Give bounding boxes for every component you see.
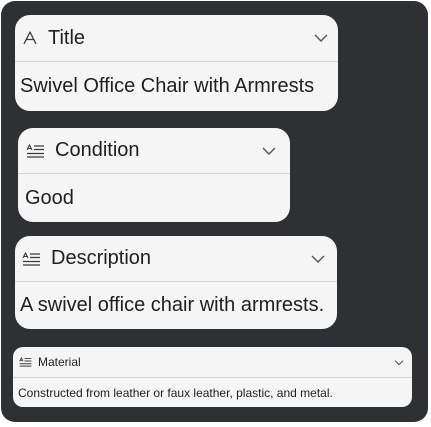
description-field-header[interactable]: Description xyxy=(15,236,337,282)
material-field-value[interactable]: Constructed from leather or faux leather… xyxy=(13,378,412,407)
text-lines-icon xyxy=(21,251,41,267)
condition-field-value[interactable]: Good xyxy=(18,174,290,222)
condition-field-label: Condition xyxy=(55,139,140,161)
material-field-label: Material xyxy=(38,355,81,369)
properties-panel: Title Swivel Office Chair with Armrests … xyxy=(1,1,428,422)
condition-field-header[interactable]: Condition xyxy=(18,128,290,174)
condition-field-card: Condition Good xyxy=(18,128,290,222)
text-font-icon xyxy=(21,29,39,47)
text-lines-icon xyxy=(25,143,45,159)
chevron-down-icon[interactable] xyxy=(309,250,327,268)
description-field-label: Description xyxy=(51,247,152,269)
text-lines-icon xyxy=(18,356,32,368)
title-field-value[interactable]: Swivel Office Chair with Armrests xyxy=(15,62,338,111)
chevron-down-icon[interactable] xyxy=(260,142,278,160)
description-field-value[interactable]: A swivel office chair with armrests. xyxy=(15,282,337,329)
title-field-card: Title Swivel Office Chair with Armrests xyxy=(15,15,338,111)
material-field-header[interactable]: Material xyxy=(13,347,412,378)
description-field-card: Description A swivel office chair with a… xyxy=(15,236,337,329)
chevron-down-icon[interactable] xyxy=(312,29,330,47)
chevron-down-icon[interactable] xyxy=(393,357,405,369)
material-field-card: Material Constructed from leather or fau… xyxy=(13,347,412,407)
title-field-label: Title xyxy=(48,26,86,49)
title-field-header[interactable]: Title xyxy=(15,15,338,62)
